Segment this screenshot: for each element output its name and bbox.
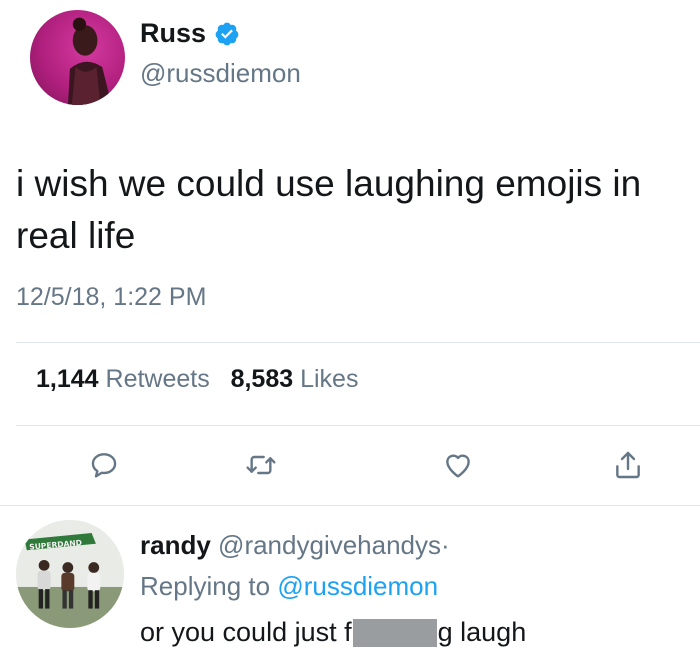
verified-badge-icon xyxy=(214,21,240,47)
divider xyxy=(16,342,700,343)
retweet-button[interactable] xyxy=(241,445,281,485)
share-icon xyxy=(616,451,640,479)
action-bar xyxy=(0,445,700,485)
divider xyxy=(16,425,700,426)
people-figures-icon xyxy=(37,559,101,609)
retweets-count: 1,144 xyxy=(36,365,99,393)
divider xyxy=(0,505,700,506)
replying-to-mention[interactable]: @russdiemon xyxy=(277,571,438,601)
share-button[interactable] xyxy=(608,445,648,485)
like-button[interactable] xyxy=(438,445,478,485)
reply-avatar[interactable]: SUPERDAND xyxy=(16,520,124,628)
author-name-row[interactable]: Russ xyxy=(140,18,240,49)
person-silhouette-icon xyxy=(68,17,112,105)
retweets-stat[interactable]: 1,144 Retweets xyxy=(36,365,210,393)
replying-to-line: Replying to @russdiemon xyxy=(140,571,438,602)
author-name[interactable]: Russ xyxy=(140,18,206,49)
reply-text-after: g laugh xyxy=(437,617,527,647)
reply-separator: · xyxy=(441,530,450,560)
retweets-label: Retweets xyxy=(105,365,210,393)
retweet-icon xyxy=(246,455,276,475)
reply-button[interactable] xyxy=(84,445,124,485)
reply-text-before: or you could just f xyxy=(140,617,352,647)
author-avatar[interactable] xyxy=(30,10,125,105)
censor-bar xyxy=(352,618,437,647)
likes-label: Likes xyxy=(300,365,359,393)
engagement-stats: 1,144 Retweets 8,583 Likes xyxy=(36,365,358,394)
author-handle[interactable]: @russdiemon xyxy=(140,58,301,89)
tweet-timestamp[interactable]: 12/5/18, 1:22 PM xyxy=(16,283,206,312)
reply-text: or you could just f g laugh xyxy=(140,617,526,648)
replying-to-prefix: Replying to xyxy=(140,571,271,601)
reply-icon xyxy=(91,453,117,478)
likes-stat[interactable]: 8,583 Likes xyxy=(231,365,359,393)
reply-header: randy @randygivehandys· xyxy=(140,530,450,561)
likes-count: 8,583 xyxy=(230,365,294,393)
reply-author-handle[interactable]: @randygivehandys xyxy=(218,530,441,560)
tweet-text: i wish we could use laughing emojis in r… xyxy=(16,163,642,256)
tweet-card: Russ @russdiemon i wish we could use lau… xyxy=(0,0,700,669)
heart-icon xyxy=(446,454,470,478)
reply-author-name[interactable]: randy xyxy=(140,530,211,560)
